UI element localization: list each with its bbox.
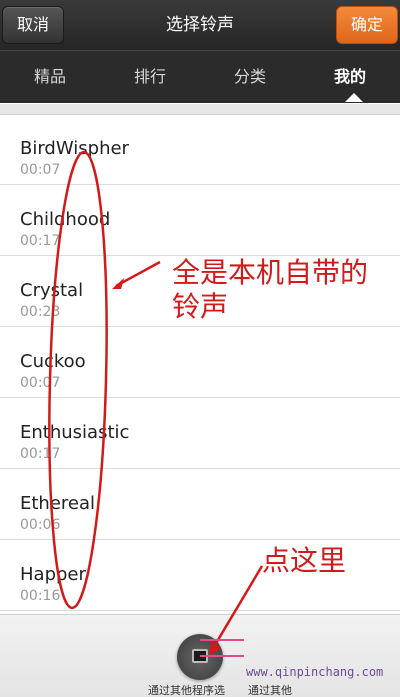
ringtone-duration: 00:06 [20, 517, 61, 533]
list-item[interactable]: Cuckoo 00:07 [0, 327, 400, 398]
tab-featured[interactable]: 精品 [0, 51, 100, 103]
list-item[interactable]: BirdWispher 00:07 [0, 114, 400, 185]
ringtone-name: Cuckoo [20, 351, 86, 372]
ringtone-list[interactable]: BirdWispher 00:07 Childhood 00:17 Crysta… [0, 104, 400, 614]
folder-icon [192, 649, 208, 663]
cancel-button[interactable]: 取消 [2, 6, 64, 44]
tab-category[interactable]: 分类 [200, 51, 300, 103]
ringtone-duration: 00:07 [20, 162, 61, 178]
watermark-text: www.qinpinchang.com [246, 665, 384, 679]
ringtone-duration: 00:23 [20, 304, 61, 320]
ringtone-duration: 00:17 [20, 233, 61, 249]
tab-bar: 精品 排行 分类 我的 [0, 50, 400, 103]
bottom-bar: 通过其他程序选 通过其他 [0, 614, 400, 697]
ringtone-duration: 00:07 [20, 375, 61, 391]
list-item[interactable]: Ethereal 00:06 [0, 469, 400, 540]
ringtone-name: Ethereal [20, 493, 96, 514]
ringtone-name: Happer [20, 564, 86, 585]
tab-ranking[interactable]: 排行 [100, 51, 200, 103]
list-item[interactable]: Childhood 00:17 [0, 185, 400, 256]
ringtone-name: Childhood [20, 209, 111, 230]
annotation-builtin-note: 全是本机自带的铃声 [172, 256, 369, 323]
title-bar: 取消 选择铃声 确定 [0, 0, 400, 50]
ringtone-duration: 00:17 [20, 446, 61, 462]
ringtone-name: BirdWispher [20, 138, 129, 159]
pick-from-other-app-button[interactable] [177, 634, 223, 680]
active-tab-indicator [345, 93, 363, 102]
list-item[interactable]: Enthusiastic 00:17 [0, 398, 400, 469]
confirm-button[interactable]: 确定 [336, 6, 398, 44]
ringtone-duration: 00:16 [20, 588, 61, 604]
page-title: 选择铃声 [166, 15, 234, 35]
ringtone-name: Enthusiastic [20, 422, 130, 443]
annotation-click-here: 点这里 [262, 544, 347, 577]
ringtone-name: Crystal [20, 280, 84, 301]
